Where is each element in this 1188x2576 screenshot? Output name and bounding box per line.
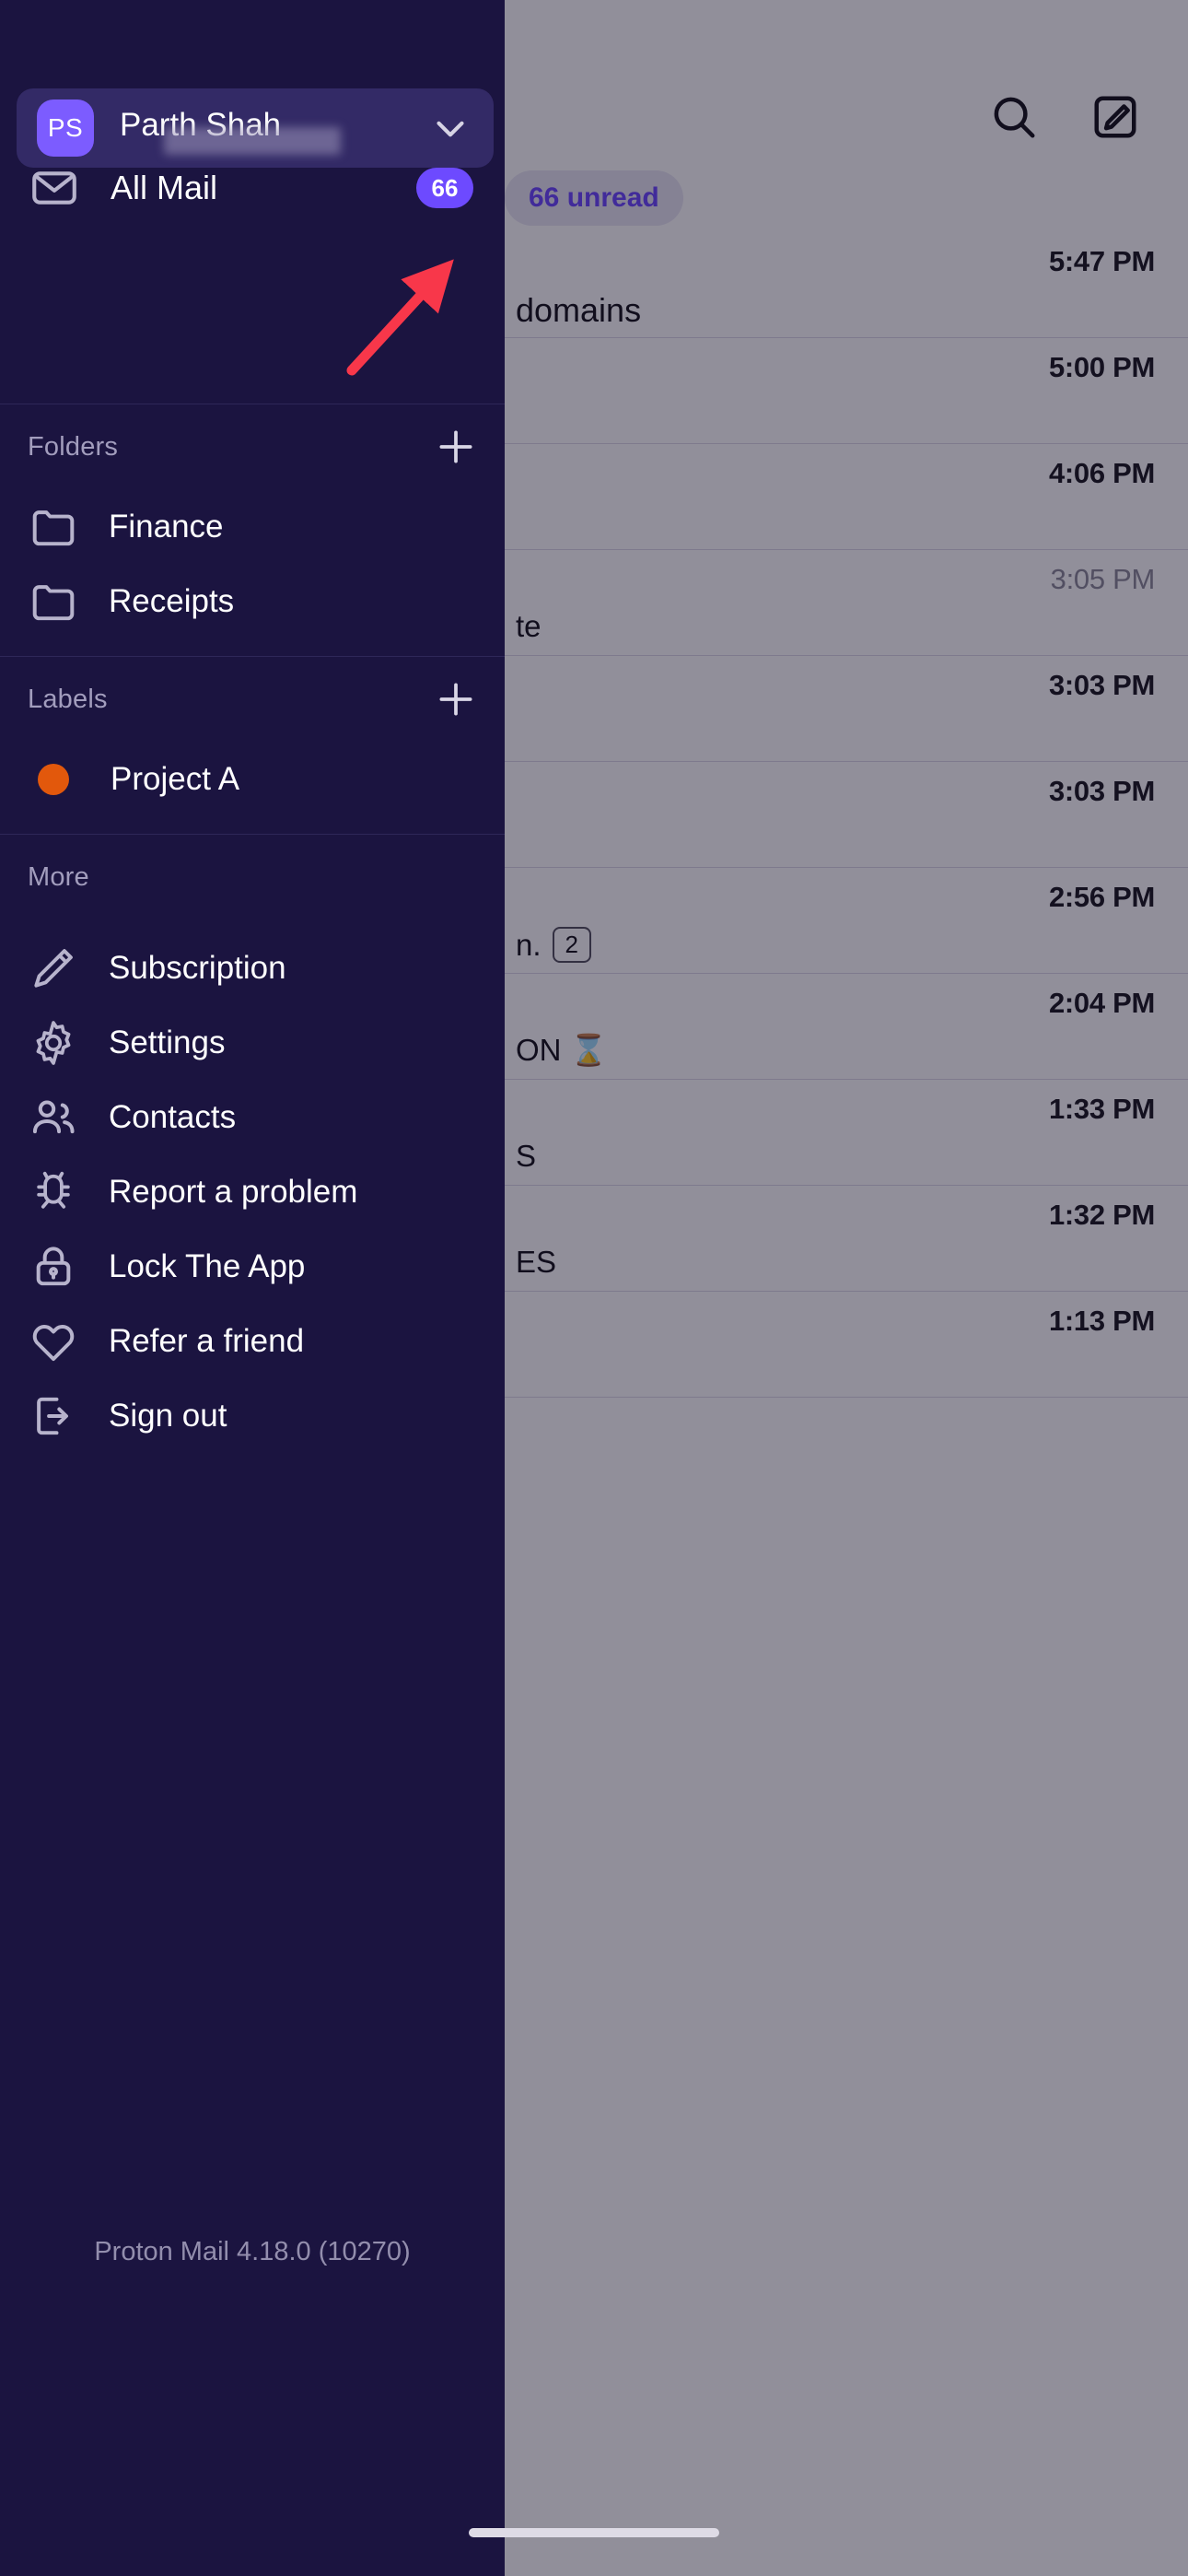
sidebar-item-label: Finance (109, 508, 224, 544)
sidebar-item-subscription[interactable]: Subscription (0, 931, 505, 1005)
folders-add-button[interactable] (433, 424, 479, 470)
bug-icon (28, 1166, 79, 1218)
sidebar-item-label: Project A (111, 760, 240, 797)
circle-dot-icon (38, 763, 69, 795)
all-mail-unread-badge: 66 (416, 168, 473, 208)
pencil-icon (28, 943, 79, 994)
sidebar-item-label: Sign out (109, 1397, 227, 1434)
sidebar-item-label: Refer a friend (109, 1322, 305, 1359)
folders-section: Folders Finance Receipts (0, 404, 505, 638)
more-section: More Subscription Settings Contacts Repo… (0, 835, 505, 1453)
sidebar-folder-finance[interactable]: Finance (0, 489, 505, 564)
lock-icon (28, 1241, 79, 1293)
home-indicator (469, 2528, 719, 2537)
sidebar-item-label: All Mail (111, 169, 218, 206)
labels-section: Labels Project A (0, 657, 505, 816)
sidebar-drawer: All Mail 66 PS Parth Shah Folders Financ… (0, 0, 505, 2576)
sidebar-item-label: Contacts (109, 1098, 237, 1135)
sidebar-item-label: Receipts (109, 582, 235, 619)
gear-icon (28, 1017, 79, 1069)
folders-section-title: Folders (28, 431, 119, 462)
avatar: PS (37, 100, 94, 157)
folder-icon (28, 576, 79, 627)
folder-icon (28, 501, 79, 553)
envelope-icon (28, 161, 81, 215)
heart-icon (28, 1316, 79, 1367)
sidebar-folder-receipts[interactable]: Receipts (0, 564, 505, 638)
sidebar-item-refer-a-friend[interactable]: Refer a friend (0, 1304, 505, 1378)
app-version-text: Proton Mail 4.18.0 (10270) (94, 2237, 411, 2266)
sidebar-item-report-a-problem[interactable]: Report a problem (0, 1154, 505, 1229)
sidebar-item-settings[interactable]: Settings (0, 1005, 505, 1080)
sidebar-item-label: Lock The App (109, 1247, 306, 1284)
sidebar-item-contacts[interactable]: Contacts (0, 1080, 505, 1154)
people-icon (28, 1092, 79, 1143)
sidebar-item-lock-the-app[interactable]: Lock The App (0, 1229, 505, 1304)
labels-section-header: Labels (0, 657, 505, 742)
sign-out-icon (28, 1390, 79, 1442)
more-section-title: More (28, 861, 89, 892)
sidebar-item-label: Settings (109, 1024, 226, 1060)
sidebar-item-label: Report a problem (109, 1173, 358, 1210)
redacted-email-blur (164, 127, 341, 155)
chevron-down-icon[interactable] (427, 105, 473, 151)
sidebar-label-project-a[interactable]: Project A (0, 742, 505, 816)
folders-section-header: Folders (0, 404, 505, 489)
labels-section-title: Labels (28, 684, 108, 714)
more-section-header: More (0, 835, 505, 919)
labels-add-button[interactable] (433, 676, 479, 722)
sidebar-item-label: Subscription (109, 949, 286, 986)
sidebar-item-sign-out[interactable]: Sign out (0, 1378, 505, 1453)
